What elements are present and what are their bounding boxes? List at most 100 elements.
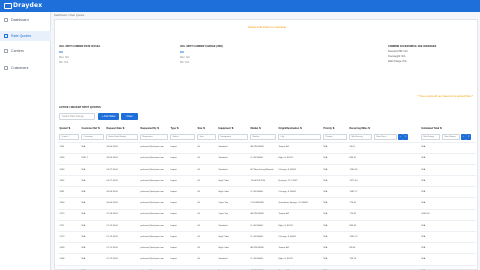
sidebar-item-customers[interactable]: Customers [0,63,51,73]
cell-recurring-miles: 743.26 [348,253,420,266]
cell-size: 40 [196,163,217,176]
cell-quote-number[interactable]: 3180 [58,197,80,210]
cell-request-date: 06-27-2024 [105,175,139,187]
cell-customer-ref: N/A [80,141,105,154]
col-estimated-total[interactable]: Estimated Total ⇅ [420,124,476,132]
cell-equipment: High Cube [217,242,249,254]
cell-quote-number[interactable]: 3181 [58,186,80,198]
min-miles-input[interactable]: Min Recurg [349,133,372,140]
table-row[interactable]: 3182 N/A 06-27-2024 jackrose@ford port.com I… [58,175,476,187]
cell-recurring-miles: 1462.12 [348,230,420,243]
total-apply-icon[interactable]: › [460,133,466,140]
section-title: ACTIVE / RECENT SPOT QUOTES [59,106,101,109]
col-type[interactable]: Type ⇅ [169,124,196,132]
total-clear-icon[interactable]: × [466,133,472,140]
miles-apply-icon[interactable]: › [397,133,403,140]
cell-quote-number[interactable]: 3190 [58,152,80,165]
cell-customer-ref: N/A [80,264,105,270]
cell-type: Import [169,141,196,154]
cell-quote-number[interactable]: 3173 [58,208,80,221]
cell-equipment: Standard [217,253,249,266]
col-recurring-miles[interactable]: Recurring Miles ⇅ [348,124,420,132]
col-size[interactable]: Size ⇅ [196,124,217,132]
truck-icon [4,49,8,53]
cell-customer-ref: N/A [80,253,105,266]
table-row[interactable]: 3181 N/A 06-06-2024 jackrose@ford port.com I… [58,186,476,198]
cell-equipment: Standard [217,141,249,154]
results-note: * These results will vary based on the a… [417,95,473,98]
cell-equipment: Open Top [217,208,249,221]
col-priority[interactable]: Priority ⇅ [322,124,348,132]
add-value-button[interactable]: + Add Value [98,113,119,120]
cell-market: IL-CHICAGO [249,230,277,243]
cell-requested-by: jackrose@ford port.com [139,197,169,210]
cell-market: NY-New Jersey/Newark [249,163,277,176]
cell-priority: N/A [322,253,348,266]
miles-clear-icon[interactable]: × [403,133,409,140]
sidebar-item-rate-quotes[interactable]: Rate Quotes [0,31,51,41]
cell-origin-destination: Elgin, IL 60121 [277,219,322,232]
table-row[interactable]: 3180 N/A 06-06-2024 jackrose@ford port.com I… [58,197,476,210]
cell-priority: N/A [322,208,348,221]
col-market[interactable]: Market ⇅ [249,124,277,132]
requester-filter-input[interactable]: Requester [140,133,168,140]
table-row[interactable]: 3168 N/A 07-12-2024 jackrose@ford port.com I… [58,253,476,266]
table-row[interactable]: 3171 N/A 07-12-2024 jackrose@ford port.com I… [58,219,476,232]
cell-requested-by: jackrose@ford port.com [139,208,169,221]
cell-requested-by: jackrose@ford port.com [139,242,169,254]
cell-size: 40 [196,197,217,210]
date-filter-input[interactable]: Enter Date Range [106,133,138,140]
equipment-filter-input[interactable]: Equipment [218,133,248,140]
accessorial-panel: COMMON ACCESSORIAL FEE AVERAGES Detentio… [388,45,437,63]
col-quote[interactable]: Quote# ⇅ [58,124,80,132]
table-row[interactable]: 3167N/A07-12-2024jackrose@ford port.comI… [58,264,476,270]
cell-priority: N/A [322,230,348,243]
cell-priority: N/A [322,163,348,176]
market-filter-input[interactable]: Market [250,133,276,140]
cell-quote-number[interactable]: 3168 [58,253,80,266]
city-filter-input[interactable]: City [278,133,321,140]
table-row[interactable]: 3190 8767.7 09-06-2024 jackrose@ford port.c… [58,152,476,165]
cell-type: Import [169,253,196,266]
table-row[interactable]: 3169 N/A 07-12-2024 jackrose@ford port.com I… [58,242,476,254]
cell-quote-number[interactable]: 3182 [58,175,80,187]
quote-filter-input[interactable]: Quote # [59,133,79,140]
breadcrumb[interactable]: Dashboard > Rate Quotes [54,14,84,17]
table-row[interactable]: 3183 N/A 06-27-2024 jackrose@ford port.com I… [58,163,476,176]
col-request-date[interactable]: Request Date ⇅ [105,124,139,132]
cell-priority: N/A [322,141,348,154]
app-logo[interactable]: Draydex [13,2,42,9]
cell-requested-by: jackrose@ford port.com [139,152,169,165]
cell-quote-number[interactable]: 3171 [58,219,80,232]
sidebar-item-dashboard[interactable]: Dashboard [0,15,51,25]
cell-quote-number[interactable]: 3191 [58,141,80,154]
clear-button[interactable]: Clear [121,113,138,120]
date-range-select[interactable]: Select Date Range [59,113,95,120]
table-row[interactable]: 3191 N/A 09-06-2024 jackrose@ford port.com I… [58,141,476,154]
sidebar-item-carriers[interactable]: Carriers [0,46,51,56]
max-total-input[interactable]: Max Range [442,133,460,140]
cell-estimated-total: N/A [420,264,476,270]
table-row[interactable]: 3170 N/A 07-12-2024 jackrose@ford port.com I… [58,230,476,243]
cell-quote-number[interactable]: 3169 [58,242,80,254]
cell-quote-number[interactable]: 3167 [58,264,80,270]
cell-size: 40 [196,253,217,266]
cell-recurring-miles: 174.82 [348,208,420,221]
col-customer-ref[interactable]: Customer Ref ⇅ [80,124,105,132]
cell-customer-ref: N/A [80,208,105,221]
cell-origin-destination: Elgin, IL 60121 [277,152,322,165]
col-origin-destination[interactable]: Origin/Destination ⇅ [277,124,322,132]
max-miles-input[interactable]: Max Recu [374,133,397,140]
size-filter-input[interactable]: Size [197,133,216,140]
cell-quote-number[interactable]: 3170 [58,230,80,243]
col-equipment[interactable]: Equipment ⇅ [217,124,249,132]
priority-filter-input[interactable]: Priority [323,133,347,140]
type-filter-select[interactable]: Select [170,133,195,140]
cell-request-date: 07-26-2024 [105,208,139,221]
cell-quote-number[interactable]: 3183 [58,163,80,176]
customer-filter-input[interactable]: Customer [81,133,104,140]
table-row[interactable]: 3173 N/A 07-26-2024 jackrose@ford port.com I… [58,208,476,221]
quotes-table: Quote# ⇅ Customer Ref ⇅ Request Date ⇅ R… [58,124,476,270]
min-total-input[interactable]: Min Range [421,133,440,140]
col-requested-by[interactable]: Requested By ⇅ [139,124,169,132]
